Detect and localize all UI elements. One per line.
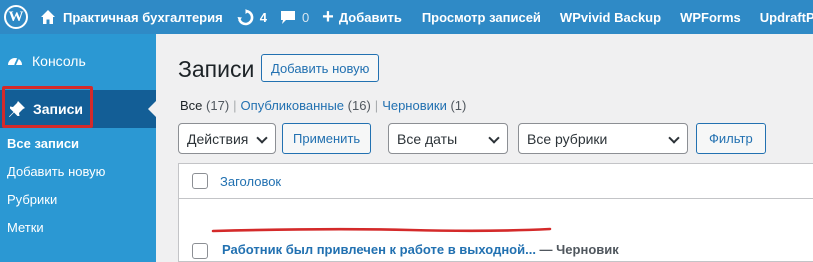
dates-filter-value: Все даты: [397, 130, 458, 147]
chevron-down-icon: [668, 132, 680, 144]
view-all[interactable]: Все (17): [180, 98, 229, 113]
view-drafts[interactable]: Черновики (1): [382, 98, 466, 113]
updraftplus-link[interactable]: UpdraftPlus: [760, 0, 813, 34]
new-content-label: Добавить: [338, 9, 402, 25]
post-status-views: Все (17) | Опубликованные (16) | Чернови…: [180, 98, 466, 113]
view-published-label: Опубликованные: [240, 98, 345, 113]
post-title-link[interactable]: Работник был привлечен к работе в выходн…: [222, 242, 536, 257]
categories-filter-value: Все рубрики: [527, 130, 608, 147]
page-title: Записи: [178, 56, 255, 82]
view-separator: |: [374, 98, 379, 113]
new-content-link[interactable]: + Добавить: [322, 0, 402, 34]
filter-button[interactable]: Фильтр: [696, 123, 766, 154]
posts-table: Заголовок Работник был привлечен к работ…: [178, 163, 813, 262]
updates-count: 4: [259, 9, 267, 25]
site-name-link[interactable]: Практичная бухгалтерия: [40, 0, 223, 34]
sidebar-item-posts[interactable]: Записи: [0, 90, 156, 128]
submenu-add-new[interactable]: Добавить новую: [7, 164, 105, 179]
view-published-count: (16): [347, 98, 371, 113]
submenu-all-posts[interactable]: Все записи: [7, 136, 79, 151]
posts-submenu: Все записи Добавить новую Рубрики Метки: [0, 128, 156, 262]
sidebar-item-dashboard[interactable]: Консоль: [0, 46, 156, 76]
submenu-tags[interactable]: Метки: [7, 220, 44, 235]
dashboard-icon: [8, 58, 22, 66]
add-new-post-button[interactable]: Добавить новую: [261, 54, 380, 82]
apply-button[interactable]: Применить: [282, 123, 372, 154]
updates-link[interactable]: 4: [237, 0, 267, 34]
highlight-underline: [211, 227, 552, 233]
dates-filter-select[interactable]: Все даты: [388, 123, 508, 154]
chevron-down-icon: [256, 132, 268, 144]
view-posts-link[interactable]: Просмотр записей: [422, 0, 541, 34]
submenu-categories[interactable]: Рубрики: [7, 192, 57, 207]
view-separator: |: [233, 98, 237, 113]
post-state: — Черновик: [535, 242, 619, 257]
wpvivid-backup-link[interactable]: WPvivid Backup: [560, 0, 661, 34]
pin-icon: [9, 101, 25, 117]
chevron-down-icon: [488, 132, 500, 144]
bulk-actions-select[interactable]: Действия: [178, 123, 276, 154]
plus-icon: +: [322, 6, 334, 28]
wpforms-link[interactable]: WPForms: [680, 0, 741, 34]
table-row: Работник был привлечен к работе в выходн…: [222, 242, 619, 257]
sidebar-item-label: Консоль: [32, 53, 86, 69]
current-menu-arrow: [148, 101, 156, 117]
categories-filter-select[interactable]: Все рубрики: [518, 123, 688, 154]
view-all-count: (17): [206, 98, 230, 113]
updates-icon: [237, 8, 254, 25]
table-header: Заголовок: [179, 164, 813, 199]
home-icon: [41, 10, 55, 24]
wordpress-menu[interactable]: W: [0, 0, 40, 34]
sidebar-item-label: Записи: [33, 101, 84, 117]
site-name: Практичная бухгалтерия: [63, 9, 223, 25]
comments-link[interactable]: 0: [280, 0, 309, 34]
comments-count: 0: [301, 9, 310, 25]
view-drafts-count: (1): [450, 98, 467, 113]
comments-icon: [280, 11, 295, 24]
view-published[interactable]: Опубликованные (16): [241, 98, 371, 113]
admin-sidebar: Консоль Записи Все записи Добавить новую…: [0, 34, 156, 262]
view-drafts-label: Черновики: [382, 98, 447, 113]
select-all-checkbox[interactable]: [192, 173, 208, 189]
view-all-label: Все: [180, 98, 203, 113]
row-checkbox[interactable]: [192, 243, 208, 259]
admin-bar: W Практичная бухгалтерия 4 0 + Добавить …: [0, 0, 813, 34]
wordpress-logo-icon[interactable]: W: [4, 5, 28, 29]
column-title-header[interactable]: Заголовок: [220, 174, 281, 189]
bulk-actions-value: Действия: [187, 130, 249, 147]
